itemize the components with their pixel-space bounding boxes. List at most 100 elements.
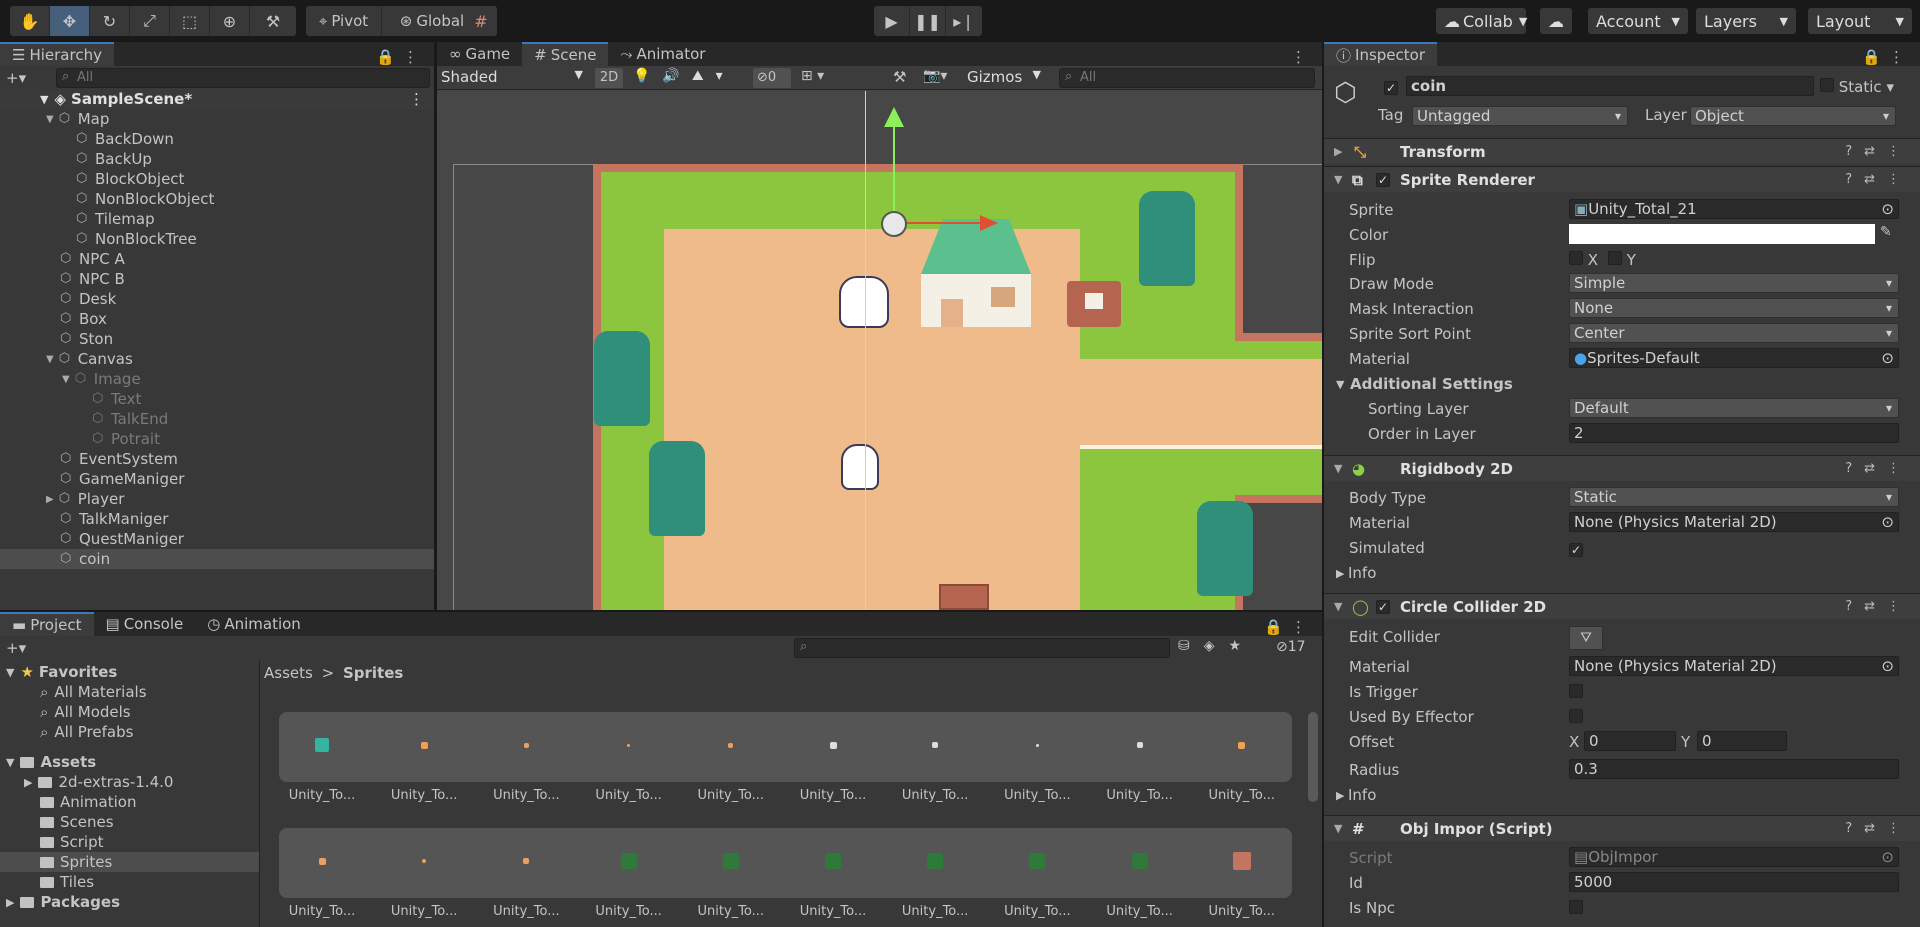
project-filter-icons[interactable]: ⛁◈★: [1178, 638, 1255, 654]
offset-x-field[interactable]: 0: [1584, 731, 1676, 751]
hierarchy-item[interactable]: ▼ ⬡ Canvas: [0, 349, 434, 369]
foldout-arrow-icon[interactable]: ▼: [46, 114, 54, 125]
folder-script[interactable]: Script: [40, 832, 104, 852]
asset-label[interactable]: Unity_To...: [271, 904, 373, 919]
folder-sprites[interactable]: Sprites: [40, 852, 112, 872]
sprite-thumbnail[interactable]: [1238, 741, 1246, 749]
component-menu-icons[interactable]: ?⇄⋮: [1845, 599, 1912, 614]
hierarchy-item[interactable]: ⬡ BackDown: [0, 129, 434, 149]
simulated-checkbox[interactable]: ✓: [1569, 540, 1583, 558]
color-swatch[interactable]: [1569, 224, 1875, 244]
gameobject-name-field[interactable]: coin: [1406, 76, 1814, 96]
folder-scenes[interactable]: Scenes: [40, 812, 114, 832]
offset-y-field[interactable]: 0: [1697, 731, 1787, 751]
effector-checkbox[interactable]: [1569, 709, 1583, 727]
asset-label[interactable]: Unity_To...: [680, 904, 782, 919]
inspector-menu-icon[interactable]: 🔒⋮: [1862, 48, 1920, 66]
order-field[interactable]: 2: [1569, 423, 1899, 443]
layout-dropdown[interactable]: Layout ▼: [1808, 8, 1912, 34]
fav-all-prefabs[interactable]: ⌕ All Prefabs: [40, 722, 133, 742]
rb-material-field[interactable]: None (Physics Material 2D) ⊙: [1569, 512, 1899, 532]
step-icon[interactable]: ▸❘: [946, 6, 982, 36]
camera-icon[interactable]: 📷▾: [923, 68, 947, 84]
rotate-tool-icon[interactable]: ↻: [90, 6, 130, 36]
component-menu-icons[interactable]: ?⇄⋮: [1845, 461, 1912, 476]
asset-label[interactable]: Unity_To...: [271, 788, 373, 803]
hierarchy-item[interactable]: ⬡ BackUp: [0, 149, 434, 169]
folder-2d-extras[interactable]: ▶ 2d-extras-1.4.0: [24, 772, 173, 792]
tag-dropdown[interactable]: Untagged: [1412, 106, 1628, 126]
static-toggle[interactable]: Static ▾: [1820, 78, 1894, 96]
hidden-packages-toggle[interactable]: ⊘17: [1276, 639, 1306, 655]
sprite-field[interactable]: ▣Unity_Total_21 ⊙: [1569, 199, 1899, 219]
flip-x-checkbox[interactable]: X: [1569, 251, 1598, 269]
sprite-thumbnail[interactable]: [620, 853, 637, 869]
rb-info-foldout[interactable]: ▶ Info: [1324, 562, 1920, 584]
grid-settings-icon[interactable]: ⊞ ▾: [801, 68, 824, 84]
layers-dropdown[interactable]: Layers ▼: [1696, 8, 1796, 34]
sprite-thumbnail[interactable]: [1035, 743, 1039, 747]
tab-animator[interactable]: ⤳ Animator: [608, 42, 717, 66]
layer-dropdown[interactable]: Object: [1690, 106, 1896, 126]
hierarchy-item[interactable]: ⬡ TalkManiger: [0, 509, 434, 529]
rigidbody-header[interactable]: ▼ ◕ Rigidbody 2D ?⇄⋮: [1324, 455, 1920, 481]
collab-dropdown[interactable]: ☁ Collab ▼: [1436, 8, 1527, 34]
move-gizmo-x-axis[interactable]: [894, 222, 982, 224]
col-material-field[interactable]: None (Physics Material 2D) ⊙: [1569, 656, 1899, 676]
tab-inspector[interactable]: ⓘ Inspector: [1324, 42, 1437, 66]
hidden-objects-toggle[interactable]: ⊘0: [753, 68, 791, 88]
assets-foldout[interactable]: ▼ Assets: [6, 752, 96, 772]
gizmos-dropdown[interactable]: Gizmos ▼: [967, 68, 1043, 88]
rect-tool-icon[interactable]: ⬚: [170, 6, 210, 36]
hierarchy-item[interactable]: ⬡ Potrait: [0, 429, 434, 449]
breadcrumb-sprites[interactable]: Sprites: [343, 664, 403, 682]
packages-foldout[interactable]: ▶ Packages: [6, 892, 120, 912]
hierarchy-item[interactable]: ⬡ BlockObject: [0, 169, 434, 189]
coin-sprite[interactable]: [881, 211, 907, 237]
scene-view-toggles[interactable]: 💡🔊⛰▾: [633, 68, 735, 84]
foldout-arrow-icon[interactable]: ▼: [62, 374, 70, 385]
sprite-thumbnail[interactable]: [728, 742, 734, 748]
id-field[interactable]: 5000: [1569, 872, 1899, 892]
sprite-thumbnail[interactable]: [1029, 853, 1046, 869]
asset-label[interactable]: Unity_To...: [884, 788, 986, 803]
asset-label[interactable]: Unity_To...: [782, 904, 884, 919]
hierarchy-item[interactable]: ⬡ Tilemap: [0, 209, 434, 229]
asset-label[interactable]: Unity_To...: [1089, 788, 1191, 803]
project-search[interactable]: [794, 638, 1170, 658]
sprite-thumbnail[interactable]: [825, 853, 841, 869]
tab-animation[interactable]: ◷ Animation: [195, 612, 313, 636]
component-menu-icons[interactable]: ?⇄⋮: [1845, 144, 1912, 159]
scene-viewport[interactable]: [437, 91, 1322, 610]
hierarchy-item[interactable]: ⬡ Desk: [0, 289, 434, 309]
scale-tool-icon[interactable]: ⤢: [130, 6, 170, 36]
account-dropdown[interactable]: Account ▼: [1588, 8, 1688, 34]
asset-label[interactable]: Unity_To...: [1089, 904, 1191, 919]
play-icon[interactable]: ▶: [874, 6, 910, 36]
sprite-renderer-header[interactable]: ▼ ⧉ ✓ Sprite Renderer ?⇄⋮: [1324, 166, 1920, 192]
hierarchy-menu-icon[interactable]: 🔒⋮: [376, 48, 434, 66]
folder-animation[interactable]: Animation: [40, 792, 136, 812]
asset-label[interactable]: Unity_To...: [986, 904, 1088, 919]
tab-game[interactable]: ∞ Game: [437, 42, 522, 66]
hierarchy-item[interactable]: ⬡ EventSystem: [0, 449, 434, 469]
fav-all-materials[interactable]: ⌕ All Materials: [40, 682, 147, 702]
col-info-foldout[interactable]: ▶ Info: [1324, 784, 1920, 806]
sprite-thumbnail[interactable]: [829, 741, 837, 749]
sort-point-dropdown[interactable]: Center: [1569, 323, 1899, 343]
shading-dropdown[interactable]: Shaded ▼: [441, 68, 587, 88]
foldout-arrow-icon[interactable]: ▶: [46, 494, 54, 505]
hierarchy-item[interactable]: ⬡ Box: [0, 309, 434, 329]
asset-scrollbar[interactable]: [1308, 712, 1318, 802]
move-tool-icon[interactable]: ✥: [50, 6, 90, 36]
hierarchy-item[interactable]: ⬡ TalkEnd: [0, 409, 434, 429]
flip-y-checkbox[interactable]: Y: [1608, 251, 1636, 269]
draw-mode-dropdown[interactable]: Simple: [1569, 273, 1899, 293]
sprite-thumbnail[interactable]: [627, 743, 631, 747]
hierarchy-item[interactable]: ▶ ⬡ Player: [0, 489, 434, 509]
tab-console[interactable]: ▤ Console: [94, 612, 196, 636]
asset-label[interactable]: Unity_To...: [782, 788, 884, 803]
active-checkbox[interactable]: ✓: [1384, 78, 1398, 96]
trigger-checkbox[interactable]: [1569, 684, 1583, 702]
foldout-arrow-icon[interactable]: ▼: [46, 354, 54, 365]
